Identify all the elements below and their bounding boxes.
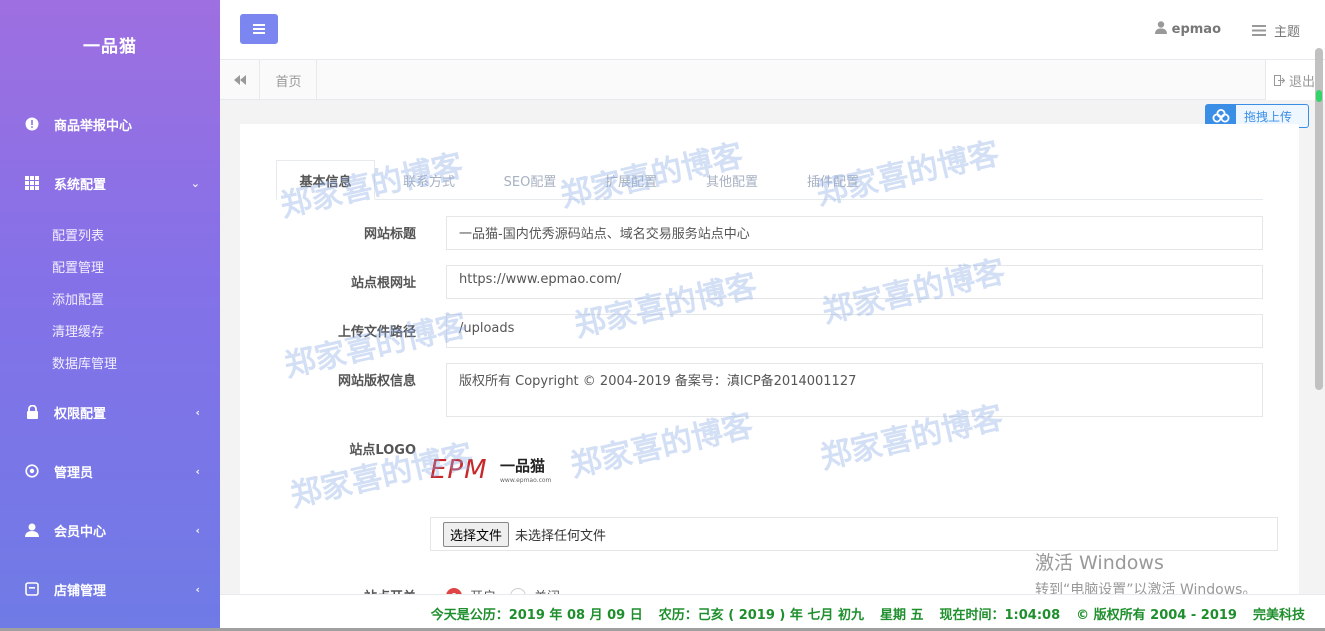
list-icon	[1251, 25, 1266, 36]
sidebar-item-system-config[interactable]: 系统配置 ⌄	[0, 163, 220, 203]
sidebar-item-label: 商品举报中心	[54, 118, 133, 134]
sidebar-item-report[interactable]: 商品举报中心	[0, 104, 220, 144]
theme-label: 主题	[1273, 25, 1300, 40]
grid-icon	[24, 175, 40, 191]
file-status: 未选择任何文件	[515, 528, 607, 544]
site-title-input[interactable]: 一品猫-国内优秀源码站点、域名交易服务站点中心	[446, 216, 1263, 250]
logout-label: 退出	[1289, 74, 1316, 90]
sidebar-item-label: 权限配置	[54, 406, 107, 422]
sidebar-subitem-clear-cache[interactable]: 清理缓存	[52, 321, 104, 340]
tab-contact[interactable]: 联系方式	[379, 160, 479, 200]
site-url-input[interactable]: https://www.epmao.com/	[446, 265, 1263, 299]
sidebar-item-admin[interactable]: 管理员 ‹	[0, 451, 220, 491]
tab-plugins[interactable]: 插件配置	[783, 160, 883, 200]
hamburger-icon	[253, 24, 265, 34]
sidebar-subitem-add-config[interactable]: 添加配置	[52, 289, 104, 308]
svg-text:EPM: EPM	[430, 455, 488, 485]
site-logo-label: 站点LOGO	[349, 443, 416, 458]
shop-icon	[24, 581, 40, 597]
footer: 今天是公历：2019 年 08 月 09 日 农历：己亥 ( 2019 ) 年 …	[220, 594, 1325, 631]
site-url-label: 站点根网址	[350, 276, 416, 291]
info-icon	[24, 116, 40, 132]
footer-date: 今天是公历：2019 年 08 月 09 日	[430, 607, 643, 623]
page-tab-bar: 首页 退出	[220, 60, 1325, 100]
footer-company: 完美科技	[1252, 607, 1305, 623]
sidebar-item-shop[interactable]: 店铺管理 ‹	[0, 569, 220, 609]
footer-weekday: 星期 五	[879, 607, 924, 623]
windows-activation-notice: 激活 Windows 转到“电脑设置”以激活 Windows。	[1035, 548, 1256, 599]
svg-text:一品猫: 一品猫	[500, 457, 545, 475]
chevron-left-icon: ‹	[195, 582, 200, 596]
footer-lunar: 农历：己亥 ( 2019 ) 年 七月 初九	[658, 607, 864, 623]
sidebar-subitem-config-manage[interactable]: 配置管理	[52, 257, 104, 276]
sign-out-icon	[1274, 74, 1285, 86]
chevron-down-icon: ⌄	[190, 176, 200, 190]
svg-text:www.epmao.com: www.epmao.com	[500, 477, 552, 484]
sidebar-item-permissions[interactable]: 权限配置 ‹	[0, 392, 220, 432]
user-menu[interactable]: epmao	[1154, 21, 1221, 37]
footer-copyright: © 版权所有 2004 - 2019	[1076, 607, 1237, 623]
chevron-left-icon: ‹	[195, 523, 200, 537]
sidebar-subitem-database[interactable]: 数据库管理	[52, 353, 117, 372]
target-icon	[24, 463, 40, 479]
top-bar: epmao 主题	[220, 0, 1325, 60]
sidebar-subitem-config-list[interactable]: 配置列表	[52, 225, 104, 244]
upload-path-input[interactable]: /uploads	[446, 314, 1263, 348]
brand-title: 一品猫	[83, 37, 137, 57]
config-panel: 基本信息 联系方式 SEO配置 扩展配置 其他配置 插件配置 网站标题 一品猫-…	[240, 124, 1299, 605]
tab-extension[interactable]: 扩展配置	[581, 160, 681, 200]
sidebar-item-members[interactable]: 会员中心 ‹	[0, 510, 220, 550]
lock-icon	[24, 404, 40, 420]
scroll-indicator	[1316, 90, 1322, 102]
sidebar-item-label: 系统配置	[54, 177, 107, 193]
user-icon	[1154, 21, 1167, 34]
tab-basic-info[interactable]: 基本信息	[276, 160, 375, 200]
sidebar-item-label: 管理员	[54, 465, 94, 481]
choose-file-button[interactable]: 选择文件	[443, 521, 510, 547]
menu-toggle-button[interactable]	[240, 14, 278, 44]
tab-scroll-left-button[interactable]	[220, 60, 260, 100]
copyright-label: 网站版权信息	[337, 374, 416, 389]
site-title-label: 网站标题	[363, 227, 416, 242]
sidebar-item-label: 会员中心	[54, 524, 107, 540]
username: epmao	[1171, 22, 1221, 37]
user-icon	[24, 522, 40, 538]
footer-time: 现在时间：1:04:08	[939, 607, 1061, 623]
config-tabs: 基本信息 联系方式 SEO配置 扩展配置 其他配置 插件配置	[276, 160, 1263, 200]
chevron-left-icon: ‹	[195, 405, 200, 419]
site-logo-image: EPM 一品猫 www.epmao.com	[430, 449, 552, 485]
activation-title: 激活 Windows	[1035, 552, 1164, 574]
theme-button[interactable]: 主题	[1251, 21, 1300, 40]
upload-path-label: 上传文件路径	[337, 325, 416, 340]
chevron-left-icon: ‹	[195, 464, 200, 478]
tab-home[interactable]: 首页	[261, 60, 317, 100]
sidebar: 一品猫 商品举报中心 系统配置 ⌄ 配置列表 配置管理 添加配置 清理缓存 数据…	[0, 0, 220, 631]
copyright-textarea[interactable]: 版权所有 Copyright © 2004-2019 备案号：滇ICP备2014…	[446, 363, 1263, 417]
drag-upload-label: 拖拽上传	[1244, 109, 1293, 124]
sidebar-item-label: 店铺管理	[54, 583, 107, 599]
double-chevron-left-icon	[233, 75, 246, 85]
tab-other[interactable]: 其他配置	[682, 160, 782, 200]
tab-seo[interactable]: SEO配置	[480, 160, 580, 200]
logo-file-input: 选择文件 未选择任何文件	[430, 517, 1278, 551]
